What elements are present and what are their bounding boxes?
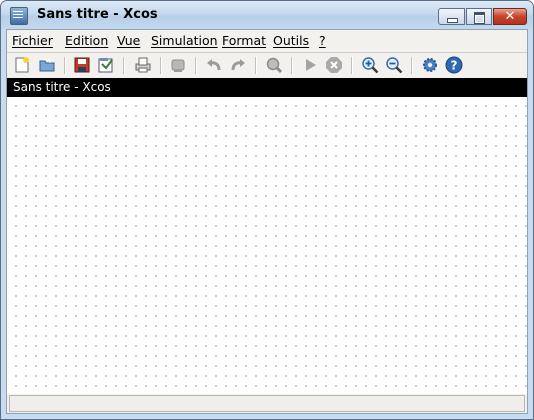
open-icon[interactable]: [38, 56, 56, 74]
redo-icon[interactable]: [229, 56, 247, 74]
menu-outils[interactable]: Outils: [273, 33, 309, 48]
client-area: Fichier Edition Vue Simulation Format Ou…: [6, 29, 528, 414]
minimize-button[interactable]: [438, 8, 465, 25]
diagram-tab-title: Sans titre - Xcos: [13, 80, 111, 94]
stop-icon[interactable]: [325, 56, 343, 74]
zoom-out-icon[interactable]: [385, 56, 403, 74]
diagram-canvas[interactable]: [7, 97, 527, 394]
toolbar-separator: [255, 57, 256, 74]
save-as-icon[interactable]: [97, 56, 115, 74]
maximize-icon: [474, 12, 485, 24]
toolbar-separator: [160, 57, 161, 74]
toolbar-separator: [411, 57, 412, 74]
toolbar-separator: [291, 57, 292, 74]
start-icon[interactable]: [301, 56, 319, 74]
status-bar: [9, 395, 525, 412]
toolbar-separator: [64, 57, 65, 74]
help-icon[interactable]: ?: [445, 56, 463, 74]
close-button[interactable]: ✕: [493, 8, 527, 25]
diagram-tab[interactable]: Sans titre - Xcos: [7, 78, 527, 97]
menu-help[interactable]: ?: [319, 33, 326, 48]
delete-icon[interactable]: [169, 56, 187, 74]
undo-icon[interactable]: [205, 56, 223, 74]
xcos-window: Sans titre - Xcos ✕ Fichier Edition Vue …: [0, 0, 534, 420]
svg-text:?: ?: [451, 59, 458, 73]
zoom-in-icon[interactable]: [361, 56, 379, 74]
menu-edition[interactable]: Edition: [65, 33, 108, 48]
toolbar: ?: [7, 53, 527, 78]
save-icon[interactable]: [73, 56, 91, 74]
fit-diagram-icon[interactable]: [265, 56, 283, 74]
toolbar-separator: [123, 57, 124, 74]
close-icon: ✕: [504, 9, 516, 24]
menu-format[interactable]: Format: [222, 33, 266, 48]
window-title: Sans titre - Xcos: [37, 7, 158, 22]
menu-vue[interactable]: Vue: [117, 33, 140, 48]
toolbar-separator: [351, 57, 352, 74]
menu-simulation[interactable]: Simulation: [151, 33, 218, 48]
menu-fichier[interactable]: Fichier: [12, 33, 53, 48]
toolbar-separator: [195, 57, 196, 74]
minimize-icon: [447, 18, 458, 23]
maximize-button[interactable]: [466, 8, 492, 25]
title-bar[interactable]: Sans titre - Xcos ✕: [1, 1, 533, 29]
setup-icon[interactable]: [421, 56, 439, 74]
print-icon[interactable]: [134, 56, 152, 74]
menu-bar: Fichier Edition Vue Simulation Format Ou…: [7, 30, 527, 53]
app-icon[interactable]: [10, 7, 28, 25]
new-diagram-icon[interactable]: [13, 56, 31, 74]
